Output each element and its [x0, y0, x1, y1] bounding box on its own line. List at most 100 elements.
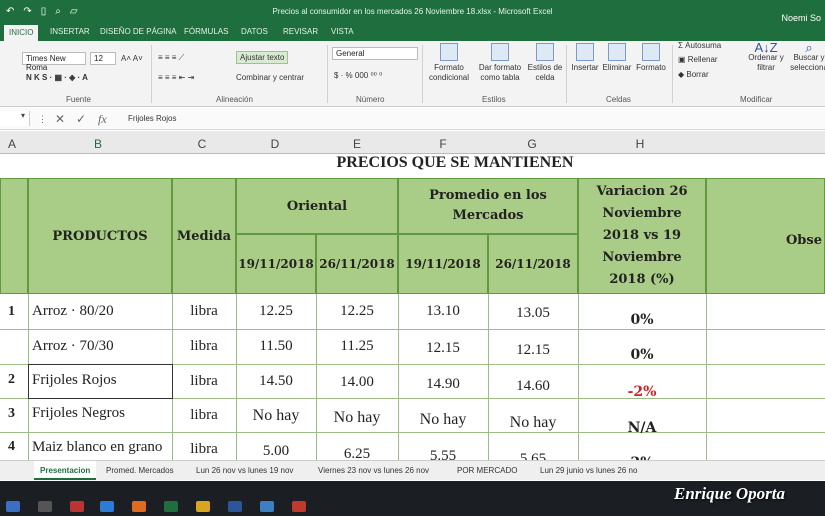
find-select-button[interactable]: ⌕ Buscar y selecciona — [786, 41, 825, 73]
oriental-26[interactable]: No hay — [316, 409, 398, 427]
column-header-f[interactable]: F — [439, 137, 446, 151]
sheet-tab-por-mercado[interactable]: POR MERCADO — [457, 466, 517, 475]
promedio-26[interactable]: 12.15 — [488, 342, 578, 359]
column-header-a[interactable]: A — [8, 137, 16, 151]
product-name[interactable]: Arroz · 70/30 — [32, 338, 114, 355]
oriental-26[interactable]: 14.00 — [316, 374, 398, 391]
merge-center-button[interactable]: Combinar y centrar — [236, 73, 304, 82]
format-as-table-button[interactable]: Dar formato como tabla — [476, 43, 524, 83]
format-cells-button[interactable]: Formato — [633, 43, 669, 73]
oriental-26[interactable]: 11.25 — [316, 338, 398, 355]
fx-icon[interactable]: fx — [98, 112, 107, 127]
unit[interactable]: libra — [172, 338, 236, 355]
header-promedio[interactable]: Promedio en los Mercados — [398, 178, 578, 234]
start-icon[interactable] — [6, 501, 20, 512]
unit[interactable]: libra — [172, 303, 236, 320]
autosum-button[interactable]: Σ Autosuma — [678, 41, 721, 50]
edge-browser-icon[interactable] — [100, 501, 114, 512]
unit[interactable]: libra — [172, 373, 236, 390]
column-header-e[interactable]: E — [353, 137, 361, 151]
oriental-26[interactable]: 12.25 — [316, 303, 398, 320]
wrap-text-button[interactable]: Ajustar texto — [236, 51, 289, 64]
oriental-19[interactable]: 12.25 — [236, 303, 316, 320]
variacion[interactable]: 0% — [578, 312, 706, 328]
variacion[interactable]: N/A — [578, 420, 706, 436]
promedio-19[interactable]: No hay — [398, 411, 488, 429]
header-observaciones[interactable]: Obse — [706, 178, 825, 294]
column-header-h[interactable]: H — [636, 137, 645, 151]
header-oriental-date2[interactable]: 26/11/2018 — [316, 234, 398, 294]
insert-cells-button[interactable]: Insertar — [568, 43, 602, 73]
sheet-tab-vie23-lun26[interactable]: Viernes 23 nov vs lunes 26 nov — [318, 466, 429, 475]
promedio-19[interactable]: 13.10 — [398, 303, 488, 320]
promedio-26[interactable]: No hay — [488, 414, 578, 432]
bold-italic-underline-icons[interactable]: N K S · ▦ · ◈ · A — [26, 73, 88, 82]
sheet-tab-promed-mercados[interactable]: Promed. Mercados — [106, 466, 174, 475]
tab-formulas[interactable]: FÓRMULAS — [184, 27, 228, 36]
tab-vista[interactable]: VISTA — [331, 27, 354, 36]
promedio-26[interactable]: 13.05 — [488, 305, 578, 322]
sheet-tab-lun29-junio[interactable]: Lun 29 junio vs lunes 26 no — [540, 466, 637, 475]
oriental-19[interactable]: 11.50 — [236, 338, 316, 355]
product-name[interactable]: Frijoles Rojos — [32, 372, 117, 389]
outlook-icon[interactable] — [260, 501, 274, 512]
sort-filter-button[interactable]: A↓Z Ordenar y filtrar — [745, 41, 787, 73]
delete-cells-button[interactable]: Eliminar — [600, 43, 634, 73]
name-box[interactable]: ▾ — [0, 111, 30, 126]
oriental-19[interactable]: 5.00 — [236, 443, 316, 460]
header-promedio-date2[interactable]: 26/11/2018 — [488, 234, 578, 294]
currency-percent-icons[interactable]: $ · % 000 ⁰⁰ ⁰ — [334, 71, 382, 80]
grow-font-icon[interactable]: A˄ A˅ — [121, 54, 143, 63]
firefox-icon[interactable] — [132, 501, 146, 512]
excel-icon[interactable] — [164, 501, 178, 512]
number-format-select[interactable]: General — [332, 47, 418, 60]
oriental-19[interactable]: No hay — [236, 407, 316, 425]
tab-datos[interactable]: DATOS — [241, 27, 268, 36]
product-name[interactable]: Arroz · 80/20 — [32, 303, 114, 320]
column-header-c[interactable]: C — [198, 137, 207, 151]
sheet-tab-lun26-lun19[interactable]: Lun 26 nov vs lunes 19 nov — [196, 466, 293, 475]
header-promedio-date1[interactable]: 19/11/2018 — [398, 234, 488, 294]
oriental-19[interactable]: 14.50 — [236, 373, 316, 390]
clear-button[interactable]: ◆ Borrar — [678, 70, 709, 79]
tab-insertar[interactable]: INSERTAR — [50, 27, 90, 36]
font-size-select[interactable]: 12 — [90, 52, 116, 65]
sheet-tab-presentacion[interactable]: Presentacion — [34, 461, 97, 480]
powerpoint-icon[interactable] — [292, 501, 306, 512]
promedio-19[interactable]: 14.90 — [398, 376, 488, 393]
align-horizontal-icons[interactable]: ≡ ≡ ≡ ⇤ ⇥ — [158, 73, 194, 82]
tab-revisar[interactable]: REVISAR — [283, 27, 318, 36]
file-explorer-icon[interactable] — [196, 501, 210, 512]
formula-input[interactable]: Frijoles Rojos — [128, 114, 176, 123]
conditional-format-button[interactable]: Formato condicional — [426, 43, 472, 83]
tab-diseno-pagina[interactable]: DISEÑO DE PÁGINA — [100, 27, 176, 36]
promedio-26[interactable]: 14.60 — [488, 378, 578, 395]
header-medida[interactable]: Medida — [172, 178, 236, 294]
word-icon[interactable] — [228, 501, 242, 512]
column-header-g[interactable]: G — [527, 137, 536, 151]
header-oriental-date1[interactable]: 19/11/2018 — [236, 234, 316, 294]
product-name[interactable]: Maiz blanco en grano — [32, 439, 162, 456]
variacion[interactable]: 0% — [578, 347, 706, 363]
unit[interactable]: libra — [172, 407, 236, 424]
cancel-icon[interactable]: ✕ — [55, 112, 65, 126]
column-header-d[interactable]: D — [271, 137, 280, 151]
media-icon[interactable] — [70, 501, 84, 512]
fill-button[interactable]: ▣ Rellenar — [678, 55, 718, 64]
unit[interactable]: libra — [172, 441, 236, 458]
cell-styles-button[interactable]: Estilos de celda — [526, 43, 564, 83]
product-name[interactable]: Frijoles Negros — [32, 405, 125, 422]
header-variacion[interactable]: Variacion 26 Noviembre 2018 vs 19 Noviem… — [578, 178, 706, 294]
variacion[interactable]: -2% — [578, 384, 706, 400]
user-name[interactable]: Noemi So — [781, 13, 821, 23]
column-header-b[interactable]: B — [94, 137, 102, 151]
align-top-icons[interactable]: ≡ ≡ ≡ ⟋ — [158, 53, 184, 63]
worksheet[interactable]: PRECIOS QUE SE MANTIENEN PRODUCTOS Medid… — [0, 154, 825, 471]
font-name-select[interactable]: Times New Roma — [22, 52, 86, 72]
promedio-19[interactable]: 12.15 — [398, 340, 488, 357]
enter-icon[interactable]: ✓ — [76, 112, 86, 126]
header-oriental[interactable]: Oriental — [236, 178, 398, 234]
search-icon[interactable] — [38, 501, 52, 512]
header-productos[interactable]: PRODUCTOS — [28, 178, 172, 294]
tab-inicio[interactable]: INICIO — [4, 25, 39, 41]
